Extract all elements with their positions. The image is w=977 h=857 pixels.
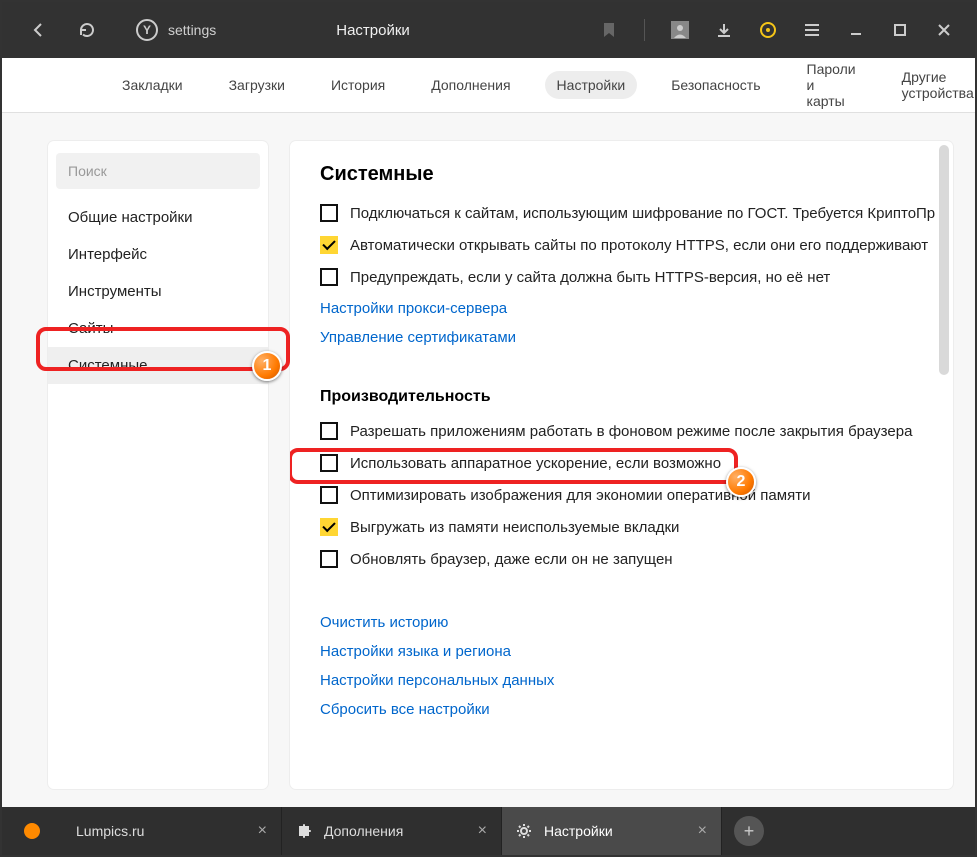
section-heading-performance: Производительность: [320, 388, 937, 406]
top-tab-5[interactable]: Безопасность: [659, 71, 772, 99]
tab-close-2[interactable]: ×: [698, 822, 707, 840]
sidebar-item-0[interactable]: Общие настройки: [48, 199, 268, 236]
toolbar-right-group: [600, 19, 975, 41]
sys-option-1: Автоматически открывать сайты по протоко…: [320, 236, 937, 254]
perf-option-4-checkbox[interactable]: [320, 550, 338, 568]
sys-option-0-checkbox[interactable]: [320, 204, 338, 222]
link-certificates[interactable]: Управление сертификатами: [320, 329, 937, 346]
sys-option-0-label: Подключаться к сайтам, использующим шифр…: [350, 205, 935, 222]
perf-option-0-label: Разрешать приложениям работать в фоновом…: [350, 423, 912, 440]
callout-badge-2: 2: [726, 467, 756, 497]
bottom-link-2[interactable]: Настройки персональных данных: [320, 672, 937, 689]
perf-option-3: Выгружать из памяти неиспользуемые вклад…: [320, 518, 937, 536]
top-tab-4[interactable]: Настройки: [545, 71, 638, 99]
sys-option-0: Подключаться к сайтам, использующим шифр…: [320, 204, 937, 222]
settings-main-panel: Системные Подключаться к сайтам, использ…: [290, 141, 953, 789]
browser-tab-0[interactable]: Lumpics.ru ×: [62, 807, 282, 855]
sys-option-1-checkbox[interactable]: [320, 236, 338, 254]
tab-icon-2: [516, 823, 532, 839]
scrollbar-thumb[interactable]: [939, 145, 949, 375]
sidebar-item-1[interactable]: Интерфейс: [48, 236, 268, 273]
window-maximize-icon[interactable]: [891, 21, 909, 39]
perf-option-4: Обновлять браузер, даже если он не запущ…: [320, 550, 937, 568]
settings-sidebar: Поиск Общие настройкиИнтерфейсИнструмент…: [48, 141, 268, 789]
perf-option-2: Оптимизировать изображения для экономии …: [320, 486, 937, 504]
sys-option-2-label: Предупреждать, если у сайта должна быть …: [350, 269, 830, 286]
perf-option-1: Использовать аппаратное ускорение, если …: [320, 454, 937, 472]
tab-icon-1: [296, 823, 312, 839]
top-tab-3[interactable]: Дополнения: [419, 71, 522, 99]
browser-tab-1[interactable]: Дополнения ×: [282, 807, 502, 855]
main-scrollbar[interactable]: [939, 145, 949, 785]
window-minimize-icon[interactable]: [847, 21, 865, 39]
settings-category-tabs: Закладки Загрузки История Дополнения Настрой…: [2, 58, 975, 113]
perf-option-2-checkbox[interactable]: [320, 486, 338, 504]
yandex-logo-icon: Y: [136, 19, 158, 41]
tab-close-0[interactable]: ×: [258, 822, 267, 840]
perf-option-0: Разрешать приложениям работать в фоновом…: [320, 422, 937, 440]
address-box[interactable]: Y settings: [136, 19, 216, 41]
bookmark-icon[interactable]: [600, 21, 618, 39]
top-tab-2[interactable]: История: [319, 71, 397, 99]
tab-favicon-lumpics: [24, 823, 40, 839]
tab-label-1: Дополнения: [324, 823, 403, 839]
perf-option-3-checkbox[interactable]: [320, 518, 338, 536]
perf-option-3-label: Выгружать из памяти неиспользуемые вклад…: [350, 519, 679, 536]
toolbar-divider: [644, 19, 645, 41]
menu-icon[interactable]: [803, 21, 821, 39]
back-icon[interactable]: [30, 21, 48, 39]
new-tab-button[interactable]: +: [734, 816, 764, 846]
extensions-icon[interactable]: [759, 21, 777, 39]
tab-label-2: Настройки: [544, 823, 613, 839]
browser-window: Y settings Настройки: [0, 0, 977, 857]
top-tab-0[interactable]: Закладки: [110, 71, 195, 99]
content-area: Поиск Общие настройкиИнтерфейсИнструмент…: [2, 113, 975, 807]
top-tab-6[interactable]: Пароли и карты: [795, 55, 868, 115]
sys-option-2: Предупреждать, если у сайта должна быть …: [320, 268, 937, 286]
tab-label-0: Lumpics.ru: [76, 823, 144, 839]
perf-option-1-checkbox[interactable]: [320, 454, 338, 472]
downloads-icon[interactable]: [715, 21, 733, 39]
sidebar-item-3[interactable]: Сайты: [48, 310, 268, 347]
sidebar-item-2[interactable]: Инструменты: [48, 273, 268, 310]
reload-icon[interactable]: [78, 21, 96, 39]
perf-option-0-checkbox[interactable]: [320, 422, 338, 440]
top-tab-1[interactable]: Загрузки: [217, 71, 297, 99]
perf-option-1-label: Использовать аппаратное ускорение, если …: [350, 455, 721, 472]
callout-badge-1: 1: [252, 351, 282, 381]
bottom-link-3[interactable]: Сбросить все настройки: [320, 701, 937, 718]
browser-toolbar: Y settings Настройки: [2, 2, 975, 58]
avatar-icon[interactable]: [671, 21, 689, 39]
top-tab-7[interactable]: Другие устройства: [890, 63, 977, 107]
sys-option-2-checkbox[interactable]: [320, 268, 338, 286]
address-text: settings: [168, 22, 216, 38]
sidebar-item-4[interactable]: Системные: [48, 347, 268, 384]
sys-option-1-label: Автоматически открывать сайты по протоко…: [350, 237, 928, 254]
window-close-icon[interactable]: [935, 21, 953, 39]
perf-option-4-label: Обновлять браузер, даже если он не запущ…: [350, 551, 673, 568]
section-heading-system: Системные: [320, 163, 937, 186]
page-title: Настройки: [336, 22, 410, 39]
tab-close-1[interactable]: ×: [478, 822, 487, 840]
bottom-link-1[interactable]: Настройки языка и региона: [320, 643, 937, 660]
browser-tab-2[interactable]: Настройки ×: [502, 807, 722, 855]
link-proxy-settings[interactable]: Настройки прокси-сервера: [320, 300, 937, 317]
bottom-link-0[interactable]: Очистить историю: [320, 614, 937, 631]
sidebar-search-input[interactable]: Поиск: [56, 153, 260, 189]
browser-tab-bar: Lumpics.ru × Дополнения × Настройки × +: [2, 807, 975, 855]
toolbar-left-group: Y settings: [2, 19, 216, 41]
bottom-links-block: Очистить историю Настройки языка и регион…: [320, 614, 937, 718]
